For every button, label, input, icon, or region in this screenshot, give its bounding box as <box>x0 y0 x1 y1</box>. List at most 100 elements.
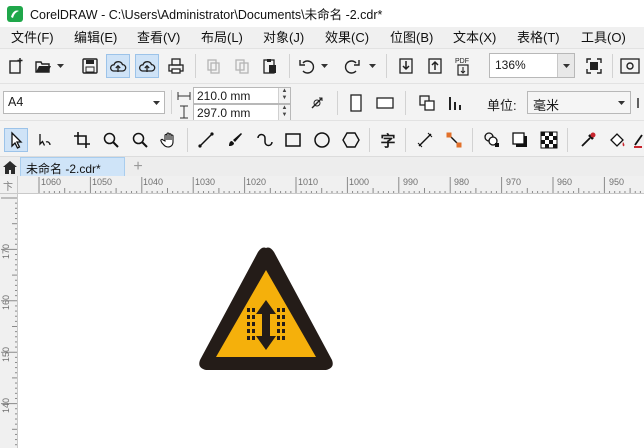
current-page-button[interactable] <box>444 91 468 115</box>
redo-button[interactable] <box>340 54 364 78</box>
warning-sign-graphic[interactable] <box>196 244 336 374</box>
transform-icon <box>311 97 323 109</box>
full-screen-button[interactable] <box>582 54 606 78</box>
page-size-select[interactable]: A4 <box>3 91 165 114</box>
save-button[interactable] <box>78 54 102 78</box>
drop-shadow-tool[interactable] <box>508 128 532 152</box>
toolbar-separator <box>369 128 370 152</box>
chevron-down-icon <box>562 63 570 68</box>
shape-tool[interactable] <box>33 128 57 152</box>
polygon-icon <box>342 132 360 148</box>
page-width-spinner[interactable]: ▲ ▼ <box>278 88 290 103</box>
menu-text[interactable]: 文本(X) <box>453 29 496 46</box>
ruler-label: 1000 <box>349 177 370 187</box>
eyedropper-tool[interactable] <box>576 128 600 152</box>
ruler-origin[interactable]: 卞 <box>0 176 18 194</box>
bar-icon <box>449 97 461 110</box>
horizontal-ruler[interactable]: 1060 1050 1040 1030 1020 1010 1000 990 9… <box>18 176 644 194</box>
freehand-tool[interactable] <box>194 128 218 152</box>
ruler-label: 1050 <box>92 177 113 187</box>
text-tool-icon: 字 <box>380 131 396 150</box>
curve-icon <box>257 133 273 147</box>
connector-tool[interactable] <box>442 128 466 152</box>
ruler-label: 160 <box>1 294 11 310</box>
paste-button[interactable] <box>258 54 282 78</box>
crop-tool[interactable] <box>70 128 94 152</box>
new-document-tab-button[interactable]: + <box>127 157 149 177</box>
toolbar-separator <box>405 91 406 115</box>
curve-tool[interactable] <box>252 128 276 152</box>
polygon-tool[interactable] <box>339 128 363 152</box>
vertical-ruler[interactable]: 170 160 150 140 <box>0 194 18 448</box>
nudge-button[interactable] <box>636 91 644 115</box>
welcome-screen-tab[interactable] <box>0 157 20 177</box>
artistic-media-tool[interactable] <box>223 128 247 152</box>
new-document-button[interactable] <box>4 54 28 78</box>
print-icon <box>168 58 184 74</box>
import-icon <box>399 58 413 74</box>
ruler-label: 150 <box>1 346 11 362</box>
page-height-spinner[interactable]: ▲ ▼ <box>278 105 290 120</box>
document-tab[interactable]: 未命名 -2.cdr* <box>20 157 125 177</box>
rectangle-tool[interactable] <box>281 128 305 152</box>
transform-button[interactable] <box>305 91 329 115</box>
page-width-field[interactable]: 210.0 mm ▲ ▼ <box>193 87 291 104</box>
outline-tool[interactable] <box>633 128 644 152</box>
all-pages-button[interactable] <box>415 91 439 115</box>
property-bar: A4 210.0 mm ▲ ▼ 297.0 mm ▲ ▼ 单位: 毫米 <box>0 83 644 121</box>
pointer-icon <box>11 131 23 149</box>
pick-tool[interactable] <box>4 128 28 152</box>
toolbar-separator <box>195 54 196 78</box>
crop-icon <box>74 132 90 148</box>
standard-toolbar: PDF 136% <box>0 48 644 83</box>
menu-table[interactable]: 表格(T) <box>517 29 560 46</box>
portrait-button[interactable] <box>344 91 368 115</box>
document-tab-bar: 未命名 -2.cdr* + <box>0 156 644 177</box>
parallel-dimension-tool[interactable] <box>413 128 437 152</box>
zoom-level-combobox[interactable]: 136% <box>489 53 575 78</box>
cloud-upload-icon <box>110 61 127 72</box>
ruler-label: 950 <box>609 177 625 187</box>
import-button[interactable] <box>394 54 418 78</box>
menu-layout[interactable]: 布局(L) <box>201 29 243 46</box>
open-dropdown[interactable] <box>56 54 64 78</box>
drawing-canvas[interactable] <box>18 194 644 448</box>
transparency-tool[interactable] <box>537 128 561 152</box>
cloud-download-button[interactable] <box>135 54 159 78</box>
text-tool[interactable]: 字 <box>376 128 400 152</box>
print-button[interactable] <box>164 54 188 78</box>
export-button[interactable] <box>423 54 447 78</box>
landscape-button[interactable] <box>373 91 397 115</box>
cloud-upload-button[interactable] <box>106 54 130 78</box>
undo-button[interactable] <box>295 54 319 78</box>
blend-tool[interactable] <box>480 128 504 152</box>
zoom-out-tool[interactable] <box>128 128 152 152</box>
copy-button[interactable] <box>230 54 254 78</box>
menu-object[interactable]: 对象(J) <box>263 29 304 46</box>
save-icon <box>82 58 98 74</box>
menu-view[interactable]: 查看(V) <box>137 29 180 46</box>
open-button[interactable] <box>31 54 55 78</box>
zoom-dropdown-button[interactable] <box>557 54 574 77</box>
menu-effects[interactable]: 效果(C) <box>325 29 369 46</box>
new-document-icon <box>9 58 23 74</box>
shadow-icon <box>512 132 527 147</box>
undo-dropdown[interactable] <box>320 54 328 78</box>
toolbar-separator <box>567 128 568 152</box>
zoom-tool[interactable] <box>99 128 123 152</box>
menu-tools[interactable]: 工具(O) <box>581 29 626 46</box>
pan-tool[interactable] <box>157 128 181 152</box>
units-select[interactable]: 毫米 <box>527 91 631 114</box>
magnifier-icon <box>132 132 148 148</box>
redo-dropdown[interactable] <box>368 54 376 78</box>
interactive-fill-tool[interactable] <box>605 128 629 152</box>
ellipse-tool[interactable] <box>310 128 334 152</box>
page-height-field[interactable]: 297.0 mm ▲ ▼ <box>193 104 291 121</box>
cut-button[interactable] <box>201 54 225 78</box>
ruler-origin-icon: 卞 <box>3 182 13 193</box>
menu-bitmaps[interactable]: 位图(B) <box>390 29 433 46</box>
menu-file[interactable]: 文件(F) <box>11 29 54 46</box>
menu-edit[interactable]: 编辑(E) <box>74 29 117 46</box>
publish-pdf-button[interactable]: PDF <box>452 54 476 78</box>
options-button[interactable] <box>618 54 642 78</box>
